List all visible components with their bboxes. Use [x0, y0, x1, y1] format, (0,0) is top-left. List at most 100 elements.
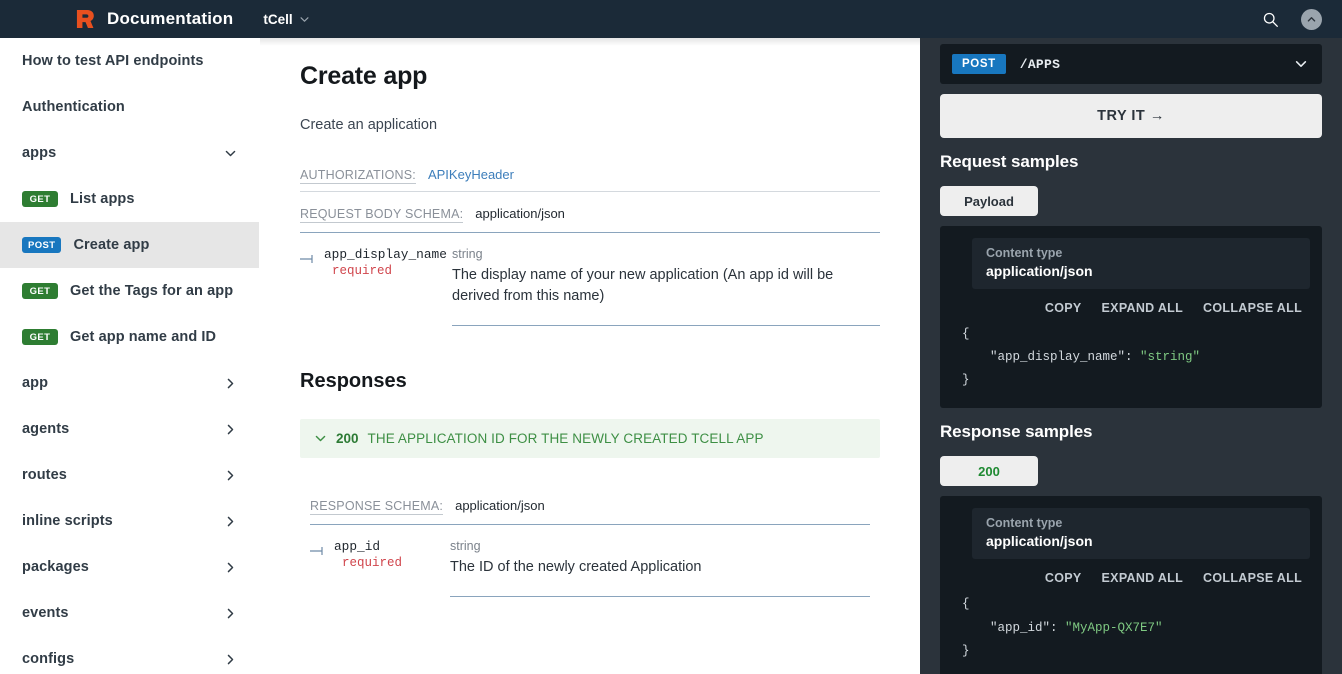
expand-all-button[interactable]: EXPAND ALL — [1102, 301, 1183, 315]
response-parameter-required: required — [342, 556, 403, 571]
sidebar-group-app[interactable]: app — [0, 360, 259, 406]
response-sample-code: { "app_id": "MyApp-QX7E7" } — [952, 593, 1310, 662]
json-key: "app_id" — [990, 620, 1051, 635]
sidebar-group-label: routes — [22, 467, 67, 483]
authorizations-value-link[interactable]: APIKeyHeader — [428, 167, 514, 182]
endpoint-selector[interactable]: POST /APPS — [940, 44, 1322, 84]
tree-branch-icon — [300, 255, 313, 263]
endpoint-method-badge: POST — [952, 54, 1006, 74]
copy-button[interactable]: COPY — [1045, 301, 1082, 315]
documentation-page: Documentation tCell How to test API endp… — [0, 0, 1342, 674]
sidebar-nav: How to test API endpoints Authentication… — [0, 38, 260, 674]
sidebar-group-label: agents — [22, 421, 70, 437]
request-parameter-row: app_display_name required string The dis… — [300, 233, 880, 327]
response-parameter-left: app_id required — [310, 539, 450, 597]
sidebar-group-apps[interactable]: apps — [0, 130, 259, 176]
request-sample-code-panel: Content type application/json COPY EXPAN… — [940, 226, 1322, 409]
product-selector[interactable]: tCell — [263, 12, 309, 27]
collapse-all-button[interactable]: COLLAPSE ALL — [1203, 571, 1302, 585]
json-key: "app_display_name" — [990, 350, 1126, 365]
json-close-brace: } — [962, 373, 970, 388]
response-schema-value: application/json — [455, 498, 545, 514]
response-body-section: RESPONSE SCHEMA: application/json app_id… — [300, 498, 880, 598]
request-parameter-description: The display name of your new application… — [452, 267, 834, 305]
json-separator: : — [1125, 350, 1141, 365]
request-parameter-name: app_display_name — [324, 247, 447, 262]
collapse-all-button[interactable]: COLLAPSE ALL — [1203, 301, 1302, 315]
response-content-type-value: application/json — [986, 533, 1093, 550]
request-body-schema-label: REQUEST BODY SCHEMA: — [300, 207, 464, 223]
response-sample-code-panel: Content type application/json COPY EXPAN… — [940, 496, 1322, 674]
sidebar-item-get-app-name-and-id[interactable]: GET Get app name and ID — [0, 314, 259, 360]
json-separator: : — [1050, 620, 1066, 635]
page-description: Create an application — [300, 117, 438, 133]
sidebar-group-label: packages — [22, 559, 89, 575]
request-parameter-right: string The display name of your new appl… — [452, 247, 880, 327]
response-200-header[interactable]: 200 THE APPLICATION ID FOR THE NEWLY CRE… — [300, 419, 880, 459]
sidebar-item-authentication[interactable]: Authentication — [0, 84, 259, 130]
tab-payload[interactable]: Payload — [940, 186, 1038, 216]
rapid7-d-logo-icon[interactable] — [74, 8, 96, 30]
chevron-right-icon — [227, 562, 234, 572]
sidebar-group-agents[interactable]: agents — [0, 406, 259, 452]
response-content-type-select[interactable]: Content type application/json — [972, 508, 1310, 560]
sidebar-group-label: events — [22, 605, 69, 621]
response-parameter-row: app_id required string The ID of the new… — [310, 525, 870, 598]
sidebar-item-create-app[interactable]: POST Create app — [0, 222, 259, 268]
sidebar-group-routes[interactable]: routes — [0, 452, 259, 498]
sidebar-item-label: Get the Tags for an app — [70, 283, 234, 299]
sidebar-item-label: How to test API endpoints — [22, 53, 204, 69]
panel-divider — [920, 38, 922, 674]
top-bar-left: Documentation tCell — [0, 8, 310, 30]
sidebar-item-get-the-tags-for-an-app[interactable]: GET Get the Tags for an app — [0, 268, 259, 314]
try-it-button[interactable]: TRY IT → — [940, 94, 1322, 138]
responses-title: Responses — [300, 370, 407, 393]
samples-panel: POST /APPS TRY IT → Request samples Payl… — [920, 38, 1342, 674]
request-body-schema-value: application/json — [475, 206, 565, 221]
request-parameter-type: string — [452, 247, 483, 261]
doc-inner: Create app Create an application AUTHORI… — [300, 38, 880, 598]
response-samples-heading: Response samples — [940, 422, 1093, 442]
sidebar-item-list-apps[interactable]: GET List apps — [0, 176, 259, 222]
sidebar-group-events[interactable]: events — [0, 590, 259, 636]
request-samples-heading: Request samples — [940, 152, 1079, 171]
sidebar-group-packages[interactable]: packages — [0, 544, 259, 590]
response-parameter-type: string — [450, 539, 481, 554]
response-schema-label: RESPONSE SCHEMA: — [310, 499, 444, 516]
json-open-brace: { — [962, 327, 970, 341]
request-sample-code: { "app_display_name": "string" } — [952, 323, 1310, 392]
request-body-schema-row: REQUEST BODY SCHEMA: application/json — [300, 206, 880, 233]
response-status-text: THE APPLICATION ID FOR THE NEWLY CREATED… — [367, 431, 764, 447]
tree-branch-icon — [310, 547, 323, 556]
chevron-up-circle-icon[interactable] — [1301, 8, 1322, 30]
json-open-brace: { — [962, 597, 970, 612]
request-content-type-select[interactable]: Content type application/json — [972, 238, 1310, 289]
method-badge-get: GET — [22, 283, 58, 299]
main-content: Create app Create an application AUTHORI… — [260, 38, 920, 674]
request-content-type-label: Content type — [986, 246, 1063, 260]
request-parameter-required: required — [332, 264, 393, 278]
sidebar-group-configs[interactable]: configs — [0, 636, 259, 674]
request-content-type-value: application/json — [986, 263, 1093, 279]
response-samples-tabs: 200 — [940, 456, 1322, 487]
search-icon[interactable] — [1262, 11, 1279, 28]
json-value: "MyApp-QX7E7" — [1065, 620, 1163, 635]
response-status-code: 200 — [336, 431, 359, 447]
chevron-right-icon — [227, 470, 234, 480]
copy-button[interactable]: COPY — [1045, 571, 1082, 585]
json-value: "string" — [1140, 350, 1201, 365]
request-samples-tabs: Payload — [940, 186, 1322, 216]
expand-all-button[interactable]: EXPAND ALL — [1102, 571, 1183, 585]
chevron-right-icon — [227, 378, 234, 388]
tab-response-200[interactable]: 200 — [940, 456, 1038, 487]
chevron-right-icon — [227, 516, 234, 526]
chevron-down-icon — [225, 150, 236, 156]
page-title: Create app — [300, 62, 428, 90]
sidebar-item-how-to-test-api-endpoints[interactable]: How to test API endpoints — [0, 38, 259, 84]
json-close-brace: } — [962, 643, 970, 658]
sidebar-group-inline-scripts[interactable]: inline scripts — [0, 498, 259, 544]
top-bar: Documentation tCell — [0, 0, 1342, 38]
response-schema-row: RESPONSE SCHEMA: application/json — [310, 498, 870, 526]
chevron-down-icon — [300, 16, 309, 22]
chevron-right-icon — [227, 608, 234, 618]
